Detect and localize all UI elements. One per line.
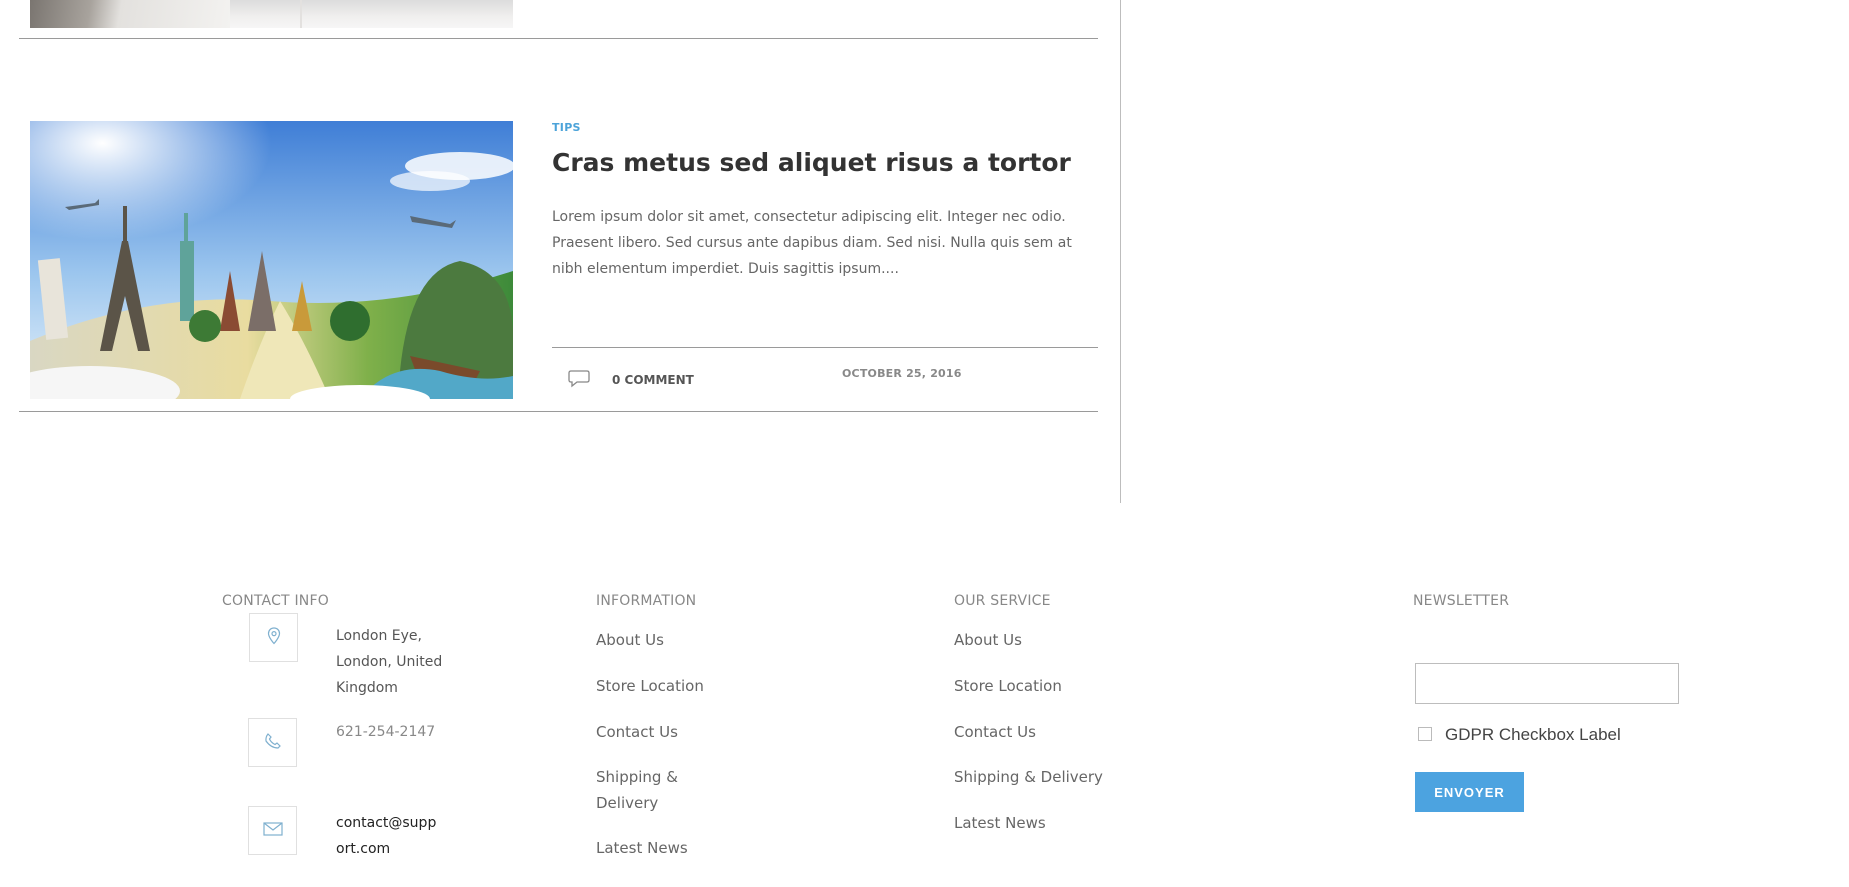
contact-phone[interactable]: 621-254-2147 — [336, 719, 435, 745]
info-link-contact-us[interactable]: Contact Us — [596, 719, 678, 745]
address-line: London Eye, — [336, 628, 422, 644]
service-link-contact-us[interactable]: Contact Us — [954, 719, 1036, 745]
information-heading: INFORMATION — [596, 593, 697, 609]
mail-icon-box — [248, 806, 297, 855]
comment-count[interactable]: 0 COMMENT — [612, 373, 694, 387]
travel-landmarks-image — [30, 121, 513, 399]
previous-post-image[interactable] — [30, 0, 513, 28]
newsletter-submit-button[interactable]: ENVOYER — [1415, 772, 1524, 812]
newsletter-email-input[interactable] — [1415, 663, 1679, 704]
location-icon-box — [249, 613, 298, 662]
contact-info-heading: CONTACT INFO — [222, 593, 329, 609]
phone-icon — [264, 732, 282, 754]
service-link-about-us[interactable]: About Us — [954, 627, 1022, 653]
email-line[interactable]: ort.com — [336, 836, 436, 862]
info-link-shipping[interactable]: Shipping & Delivery — [596, 764, 678, 816]
contact-address: London Eye, London, United Kingdom — [336, 623, 456, 701]
service-link-latest-news[interactable]: Latest News — [954, 810, 1046, 836]
address-line: London, United — [336, 654, 443, 670]
post-divider — [19, 411, 1098, 412]
newsletter-heading: NEWSLETTER — [1413, 593, 1510, 609]
email-line[interactable]: contact@supp — [336, 810, 436, 836]
post-divider — [19, 38, 1098, 39]
gdpr-checkbox[interactable] — [1418, 727, 1432, 741]
sidebar-divider — [1120, 0, 1121, 503]
mail-icon — [262, 821, 283, 840]
post-category[interactable]: TIPS — [552, 121, 581, 134]
location-pin-icon — [267, 626, 281, 649]
post-meta-divider — [552, 347, 1098, 348]
info-link-latest-news[interactable]: Latest News — [596, 835, 688, 861]
info-link-about-us[interactable]: About Us — [596, 627, 664, 653]
post-excerpt: Lorem ipsum dolor sit amet, consectetur … — [552, 209, 1072, 277]
info-link-store-location[interactable]: Store Location — [596, 673, 704, 699]
post-date: OCTOBER 25, 2016 — [842, 367, 962, 380]
post-image[interactable] — [30, 121, 513, 399]
post-title[interactable]: Cras metus sed aliquet risus a tortor — [552, 148, 1092, 177]
gdpr-checkbox-label[interactable]: GDPR Checkbox Label — [1445, 725, 1621, 745]
service-link-store-location[interactable]: Store Location — [954, 673, 1062, 699]
info-link-shipping-line[interactable]: Delivery — [596, 790, 678, 816]
service-link-shipping[interactable]: Shipping & Delivery — [954, 764, 1103, 790]
address-line: Kingdom — [336, 680, 398, 696]
our-service-heading: OUR SERVICE — [954, 593, 1051, 609]
phone-icon-box — [248, 718, 297, 767]
comment-icon — [568, 369, 590, 389]
info-link-shipping-line[interactable]: Shipping & — [596, 764, 678, 790]
contact-email[interactable]: contact@supp ort.com — [336, 810, 436, 862]
